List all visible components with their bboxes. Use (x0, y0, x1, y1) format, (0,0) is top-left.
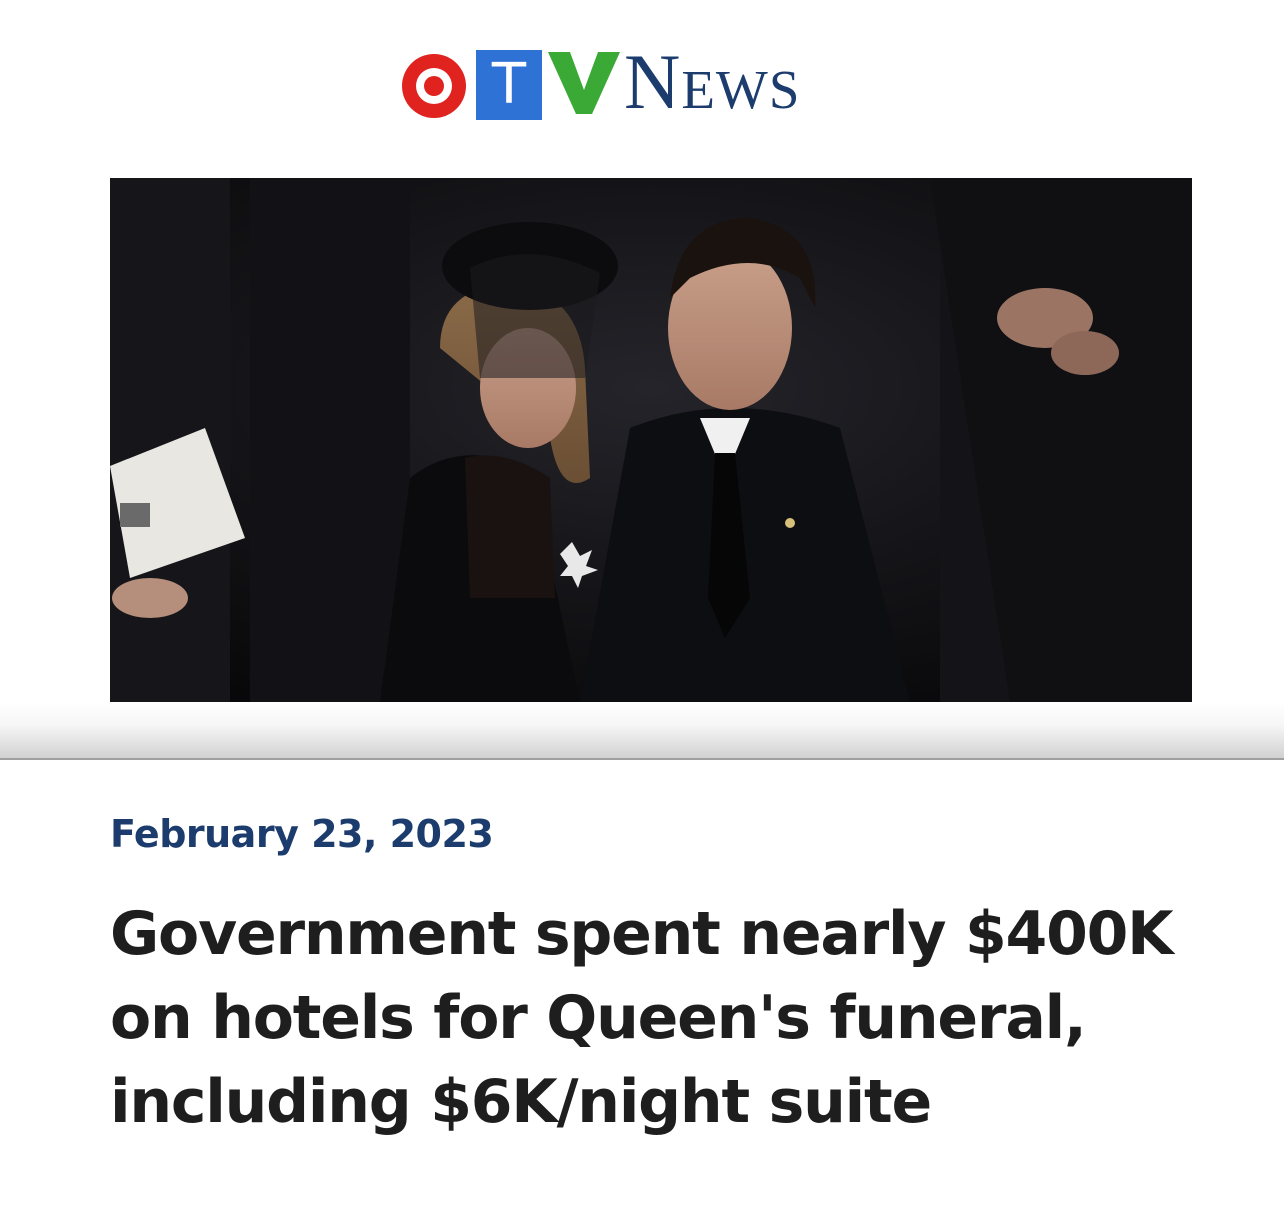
photo-illustration (110, 178, 1192, 702)
article-date: February 23, 2023 (110, 812, 494, 856)
ctv-news-logo[interactable]: C T V News (402, 42, 800, 122)
logo-t-mark: T (476, 50, 542, 120)
article-photo (110, 178, 1192, 702)
site-header: C T V News (0, 0, 1284, 178)
image-bottom-shadow (0, 702, 1284, 760)
logo-v-mark: V (548, 52, 620, 114)
article-headline[interactable]: Government spent nearly $400K on hotels … (110, 892, 1230, 1144)
logo-news-word: News (624, 38, 801, 125)
logo-c-mark: C (402, 54, 466, 118)
